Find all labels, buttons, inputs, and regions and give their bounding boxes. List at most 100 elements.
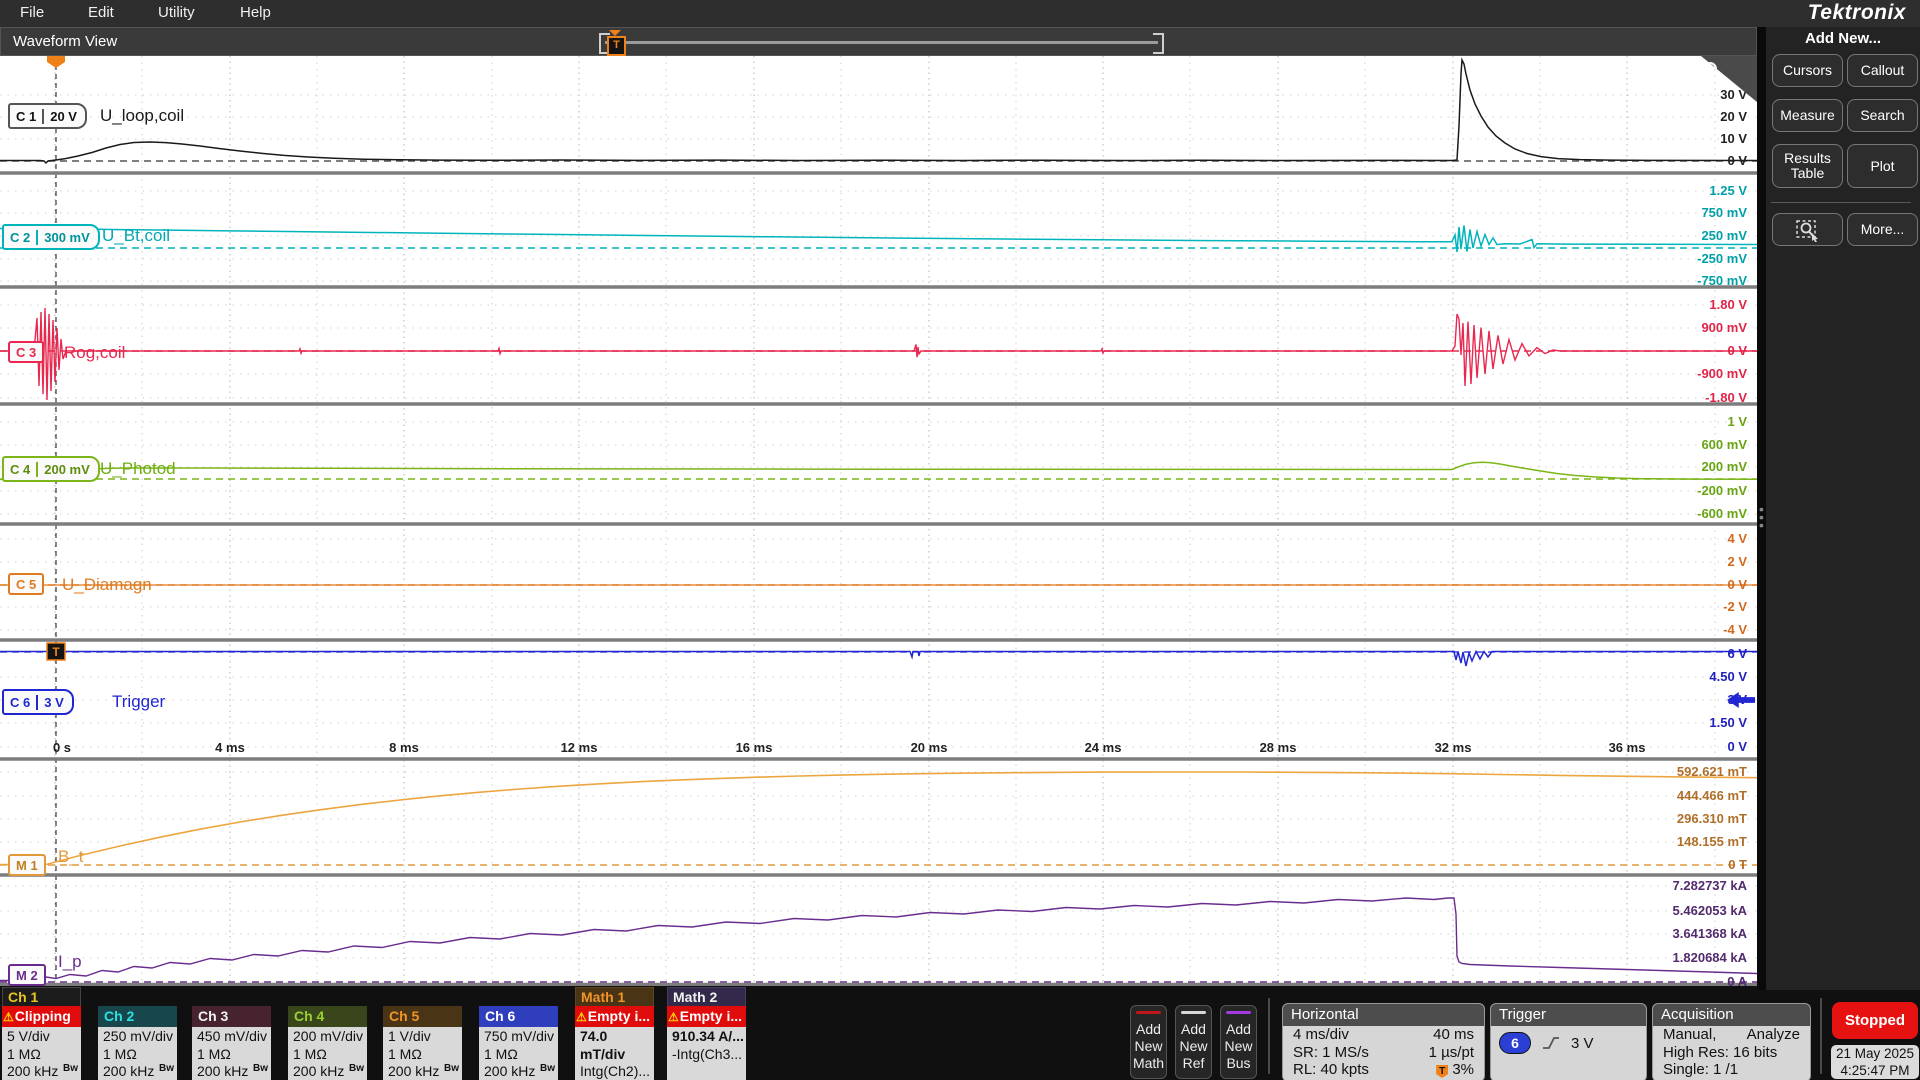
acquisition-panel[interactable]: Acquisition Manual,Analyze High Res: 16 … <box>1652 1003 1811 1080</box>
bandwidth-tag: Bw <box>159 1060 174 1078</box>
trigger-panel[interactable]: Trigger 6 3 V <box>1490 1003 1647 1080</box>
plot-button[interactable]: Plot <box>1847 144 1918 188</box>
math-badge-m1[interactable]: M 1 <box>8 854 46 876</box>
axis-c4-0: 1 V <box>1627 414 1747 430</box>
channel-settings-badge-ch2[interactable]: Ch 2 250 mV/div1 MΩ200 kHz Bw <box>98 1006 177 1080</box>
more-button[interactable]: More... <box>1847 213 1918 246</box>
axis-m2-4: 0 A <box>1627 974 1747 990</box>
splitter-handle-icon[interactable]: ••• <box>1759 505 1764 529</box>
channel-label-c3[interactable]: Rog,coil <box>64 343 125 363</box>
ch6-header[interactable]: Ch 6 <box>479 1006 558 1027</box>
channel-label-c1[interactable]: U_loop,coil <box>100 106 184 126</box>
math-badge-m2[interactable]: M 2 <box>8 964 46 986</box>
axis-c2-2: 250 mV <box>1627 228 1747 244</box>
math-settings-badge-math1[interactable]: Math 1 ⚠Empty i... 74.0 mT/divIntg(Ch2).… <box>575 1006 654 1080</box>
channel-badge-c6[interactable]: C 6 3 V <box>2 689 74 715</box>
warning-icon: ⚠ <box>575 1010 588 1024</box>
channel-settings-badge-ch4[interactable]: Ch 4 200 mV/div1 MΩ200 kHz Bw <box>288 1006 367 1080</box>
horizontal-position-minimap[interactable]: T <box>599 33 1164 52</box>
sidebar-splitter[interactable]: ••• <box>1757 27 1766 990</box>
divider <box>1820 998 1822 1074</box>
trace-c1 <box>0 60 1757 163</box>
axis-m2-2: 3.641368 kA <box>1627 926 1747 942</box>
axis-m2-3: 1.820684 kA <box>1627 950 1747 966</box>
math-settings-badge-math2[interactable]: Math 2 ⚠Empty i... 910.34 A/...-Intg(Ch3… <box>667 1006 746 1080</box>
bandwidth-tag: Bw <box>63 1060 78 1078</box>
date: 21 May 2025 <box>1831 1046 1919 1063</box>
results-table-button[interactable]: Results Table <box>1772 144 1843 188</box>
axis-c5-1: 2 V <box>1627 554 1747 570</box>
graticule[interactable]: T C 1 20 V U_loop,coil C 2 300 mV U_Bt,c… <box>0 56 1757 986</box>
cursors-button[interactable]: Cursors <box>1772 54 1843 87</box>
minimap-trigger-flag-icon[interactable]: T <box>607 36 626 56</box>
horizontal-panel[interactable]: Horizontal 4 ms/div40 ms SR: 1 MS/s1 µs/… <box>1282 1003 1485 1080</box>
warning-icon: ⚠ <box>2 1010 15 1024</box>
h-scale: 4 ms/div <box>1293 1026 1349 1044</box>
channel-label-c6[interactable]: Trigger <box>112 692 165 712</box>
channel-settings-badge-ch5[interactable]: Ch 5 1 V/div1 MΩ200 kHz Bw <box>383 1006 462 1080</box>
axis-m1-2: 296.310 mT <box>1627 811 1747 827</box>
math1-settings: 74.0 mT/divIntg(Ch2)... <box>575 1027 654 1080</box>
channel-label-c5[interactable]: U_Diamagn <box>62 575 152 595</box>
menu-edit[interactable]: Edit <box>88 4 114 21</box>
channel-scale-c4: 200 mV <box>36 462 98 477</box>
menu-utility[interactable]: Utility <box>158 4 195 21</box>
ref-color-stripe <box>1181 1011 1206 1014</box>
math2-alert: ⚠Empty i... <box>667 1006 746 1027</box>
ch2-header[interactable]: Ch 2 <box>98 1006 177 1027</box>
zoom-select-button[interactable] <box>1772 213 1843 246</box>
channel-badge-c3[interactable]: C 3 <box>8 341 44 363</box>
channel-badge-c5[interactable]: C 5 <box>8 573 44 595</box>
channel-scale-c1: 20 V <box>42 109 85 124</box>
math-id-m1: M 1 <box>10 858 44 873</box>
bandwidth-tag: Bw <box>253 1060 268 1078</box>
axis-c1-2: 10 V <box>1627 131 1747 147</box>
trace-c4 <box>0 462 1757 479</box>
add-new-ref-button[interactable]: Add New Ref <box>1175 1005 1212 1079</box>
channel-settings-badge-ch6[interactable]: Ch 6 750 mV/div1 MΩ200 kHz Bw <box>479 1006 558 1080</box>
ch3-header[interactable]: Ch 3 <box>192 1006 271 1027</box>
channel-settings-badge-ch3[interactable]: Ch 3 450 mV/div1 MΩ200 kHz Bw <box>192 1006 271 1080</box>
axis-c3-3: -900 mV <box>1627 366 1747 382</box>
channel-label-c4[interactable]: U_Photod <box>100 459 176 479</box>
sidebar-divider <box>1771 202 1911 203</box>
bandwidth-tag: Bw <box>349 1060 364 1078</box>
channel-badge-c2[interactable]: C 2 300 mV <box>2 224 100 250</box>
run-stop-button[interactable]: Stopped <box>1832 1002 1918 1039</box>
channel-badge-c4[interactable]: C 4 200 mV <box>2 456 100 482</box>
math2-tab[interactable]: Math 2 <box>667 987 746 1006</box>
channel-label-c2[interactable]: U_Bt,coil <box>102 226 170 246</box>
axis-c1-0: 30 V <box>1627 87 1747 103</box>
ch1-tab[interactable]: Ch 1 <box>2 987 81 1006</box>
trace-m2 <box>0 898 1757 981</box>
oscilloscope-screen: File Edit Utility Help Tektronix Wavefor… <box>0 0 1920 1080</box>
acq-resolution: High Res: 16 bits <box>1663 1044 1777 1062</box>
axis-c2-3: -250 mV <box>1627 251 1747 267</box>
add-new-math-button[interactable]: Add New Math <box>1130 1005 1167 1079</box>
channel-settings-badge-ch1[interactable]: Ch 1 ⚠Clipping 5 V/div1 MΩ200 kHz Bw <box>2 1006 81 1080</box>
ch5-header[interactable]: Ch 5 <box>383 1006 462 1027</box>
channel-scale-c2: 300 mV <box>36 230 98 245</box>
minimap-right-bracket[interactable] <box>1153 33 1164 54</box>
axis-c6-1: 4.50 V <box>1627 669 1747 685</box>
axis-c1-3: 0 V <box>1627 153 1747 169</box>
axis-c2-4: -750 mV <box>1627 273 1747 289</box>
menu-file[interactable]: File <box>20 4 44 21</box>
axis-c6-0: 6 V <box>1627 646 1747 662</box>
right-sidebar: ••• Add New... Cursors Callout Measure S… <box>1757 27 1920 990</box>
math-label-m2[interactable]: I_p <box>58 952 82 972</box>
math1-tab[interactable]: Math 1 <box>575 987 654 1006</box>
ch1-clipping-alert: ⚠Clipping <box>2 1006 81 1027</box>
search-button[interactable]: Search <box>1847 99 1918 132</box>
grid-vertical-major <box>55 56 1627 986</box>
waveform-view-title: Waveform View <box>13 33 117 50</box>
channel-badge-c1[interactable]: C 1 20 V <box>8 103 87 129</box>
measure-button[interactable]: Measure <box>1772 99 1843 132</box>
time-label-3: 12 ms <box>547 740 611 755</box>
menu-help[interactable]: Help <box>240 4 271 21</box>
band-separators <box>0 173 1757 985</box>
math-label-m1[interactable]: B_t <box>58 847 84 867</box>
callout-button[interactable]: Callout <box>1847 54 1918 87</box>
add-new-bus-button[interactable]: Add New Bus <box>1220 1005 1257 1079</box>
ch4-header[interactable]: Ch 4 <box>288 1006 367 1027</box>
